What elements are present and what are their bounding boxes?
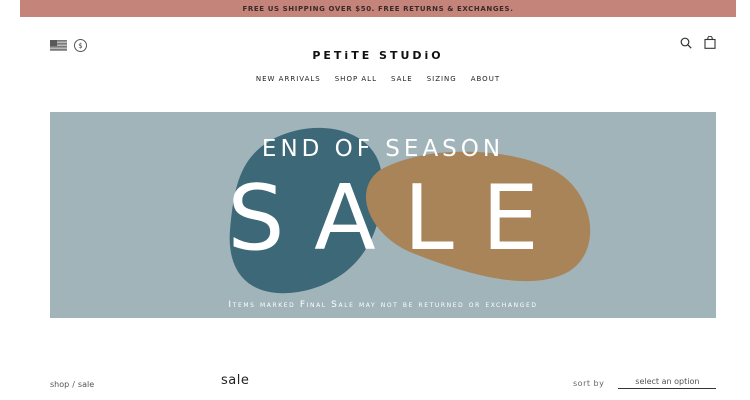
header-actions [680, 36, 716, 49]
breadcrumb-shop[interactable]: shop [50, 380, 69, 389]
sale-banner[interactable]: END OF SEASON SALE Items marked Final Sa… [50, 112, 716, 318]
cart-bag-icon[interactable] [704, 36, 716, 49]
breadcrumb: shop / sale [50, 380, 94, 389]
banner-headline: END OF SEASON [261, 136, 505, 162]
nav-sale[interactable]: SALE [391, 75, 413, 83]
banner-title: SALE [227, 166, 567, 271]
announcement-text: FREE US SHIPPING OVER $50. FREE RETURNS … [242, 4, 514, 13]
nav-sizing[interactable]: SIZING [427, 75, 457, 83]
page-title: sale [221, 373, 250, 388]
nav-new-arrivals[interactable]: NEW ARRIVALS [256, 75, 321, 83]
sort-control: sort by select an option [573, 377, 717, 389]
page: FREE US SHIPPING OVER $50. FREE RETURNS … [20, 0, 736, 400]
nav-about[interactable]: ABOUT [471, 75, 500, 83]
nav-shop-all[interactable]: SHOP ALL [335, 75, 377, 83]
announcement-bar: FREE US SHIPPING OVER $50. FREE RETURNS … [20, 0, 736, 17]
breadcrumb-separator: / [72, 380, 75, 389]
search-icon[interactable] [680, 37, 692, 49]
breadcrumb-current: sale [77, 380, 95, 389]
sort-label: sort by [573, 378, 605, 388]
sort-select[interactable]: select an option [618, 377, 717, 389]
brand-logo[interactable]: PETiTE STUDiO [20, 49, 736, 62]
main-nav: NEW ARRIVALS SHOP ALL SALE SIZING ABOUT [20, 75, 736, 83]
banner-fine-print: Items marked Final Sale may not be retur… [228, 300, 538, 310]
